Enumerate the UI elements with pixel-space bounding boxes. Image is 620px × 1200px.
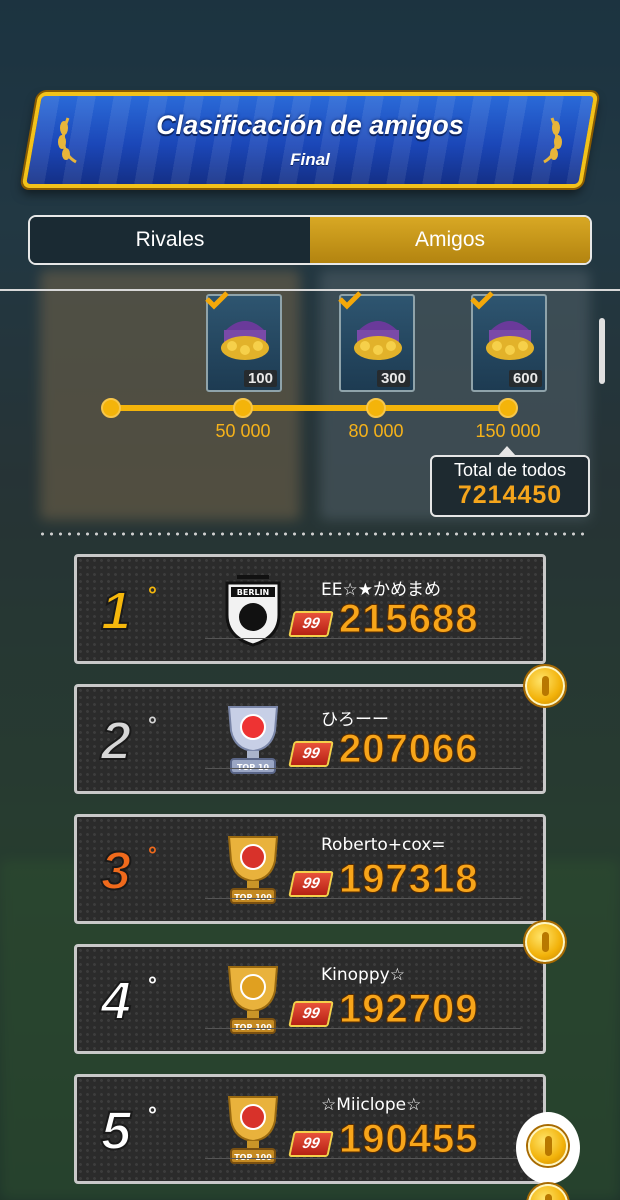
ranking-row[interactable]: 2 ° TOP 10 ひろーー 99 207066 — [74, 684, 546, 794]
ranking-row[interactable]: 1 ° BERLIN EE☆★かめまめ 99 215688 — [74, 554, 546, 664]
level-badge: 99 — [288, 611, 334, 637]
tab-amigos[interactable]: Amigos — [310, 217, 590, 263]
progress-node — [101, 398, 121, 418]
player-name: Roberto+cox= — [321, 835, 446, 855]
page-title: Clasificación de amigos — [156, 110, 464, 140]
row-divider — [205, 1028, 521, 1029]
svg-text:BERLIN: BERLIN — [237, 588, 270, 597]
threshold-label: 150 000 — [475, 421, 541, 441]
total-label: Total de todos — [453, 460, 567, 480]
reward-amount: 300 — [376, 370, 410, 387]
checkmark-icon — [338, 291, 362, 310]
ranking-row[interactable]: 3 ° TOP 100 Roberto+cox= 99 197318 — [74, 814, 546, 924]
divider — [0, 289, 620, 291]
progress-node — [366, 398, 386, 418]
player-score: 215688 — [338, 597, 479, 642]
player-score: 197318 — [338, 857, 479, 902]
level-badge: 99 — [288, 1131, 334, 1157]
threshold-label: 50 000 — [215, 421, 271, 441]
row-divider — [205, 638, 521, 639]
rank-number: 3 ° — [100, 840, 156, 902]
gold-top100-trophy-icon: TOP 100 — [227, 1096, 279, 1164]
level-badge: 99 — [288, 1001, 334, 1027]
tab-bar: Rivales Amigos — [28, 215, 592, 265]
reward-tier-2[interactable]: 300 — [338, 291, 415, 392]
checkmark-icon — [470, 291, 494, 310]
reward-tier-1[interactable]: 100 — [205, 291, 282, 392]
progress-node — [498, 398, 518, 418]
coin-icon — [525, 666, 565, 706]
rank-number: 2 ° — [100, 710, 156, 772]
berlin-crest-icon: BERLIN — [225, 575, 281, 647]
total-score-box: Total de todos 7214450 — [430, 446, 590, 517]
coin-icon — [525, 922, 565, 962]
ranking-row[interactable]: 5 ° TOP 100 ☆Miiclope☆ 99 190455 — [74, 1074, 546, 1184]
progress-node — [233, 398, 253, 418]
reward-tier-3[interactable]: 600 — [470, 291, 547, 392]
checkmark-icon — [205, 291, 229, 310]
row-divider — [205, 1158, 521, 1159]
rank-number: 1 ° — [100, 580, 156, 642]
player-name: Kinoppy☆ — [321, 965, 405, 985]
coin-icon — [528, 1126, 568, 1166]
reward-amount: 100 — [243, 370, 277, 387]
level-badge: 99 — [288, 741, 334, 767]
silver-top10-trophy-icon: TOP 10 — [227, 706, 279, 774]
coin-chest-icon — [486, 321, 534, 360]
dotted-divider — [38, 532, 588, 536]
scrollbar[interactable] — [599, 318, 605, 384]
row-divider — [205, 898, 521, 899]
threshold-label: 80 000 — [348, 421, 404, 441]
reward-amount: 600 — [508, 370, 542, 387]
level-badge: 99 — [288, 871, 334, 897]
gold-top100-trophy-icon: TOP 100 — [227, 836, 279, 904]
page-subtitle: Final — [290, 150, 330, 169]
coin-chest-icon — [221, 321, 269, 360]
rank-number: 4 ° — [100, 970, 156, 1032]
player-score: 192709 — [338, 987, 479, 1032]
leaderboard-banner: Clasificación de amigos Final — [21, 92, 599, 188]
gold-top100-trophy-icon: TOP 100 — [227, 966, 279, 1034]
player-score: 207066 — [338, 727, 479, 772]
progress-track — [110, 405, 510, 411]
row-divider — [205, 768, 521, 769]
coin-chest-icon — [354, 321, 402, 360]
rank-number: 5 ° — [100, 1100, 156, 1162]
ranking-row[interactable]: 4 ° TOP 100 Kinoppy☆ 99 192709 — [74, 944, 546, 1054]
player-score: 190455 — [338, 1117, 479, 1162]
player-name: ☆Miiclope☆ — [321, 1095, 422, 1115]
total-value: 7214450 — [457, 481, 563, 509]
tab-rivales[interactable]: Rivales — [30, 217, 310, 263]
